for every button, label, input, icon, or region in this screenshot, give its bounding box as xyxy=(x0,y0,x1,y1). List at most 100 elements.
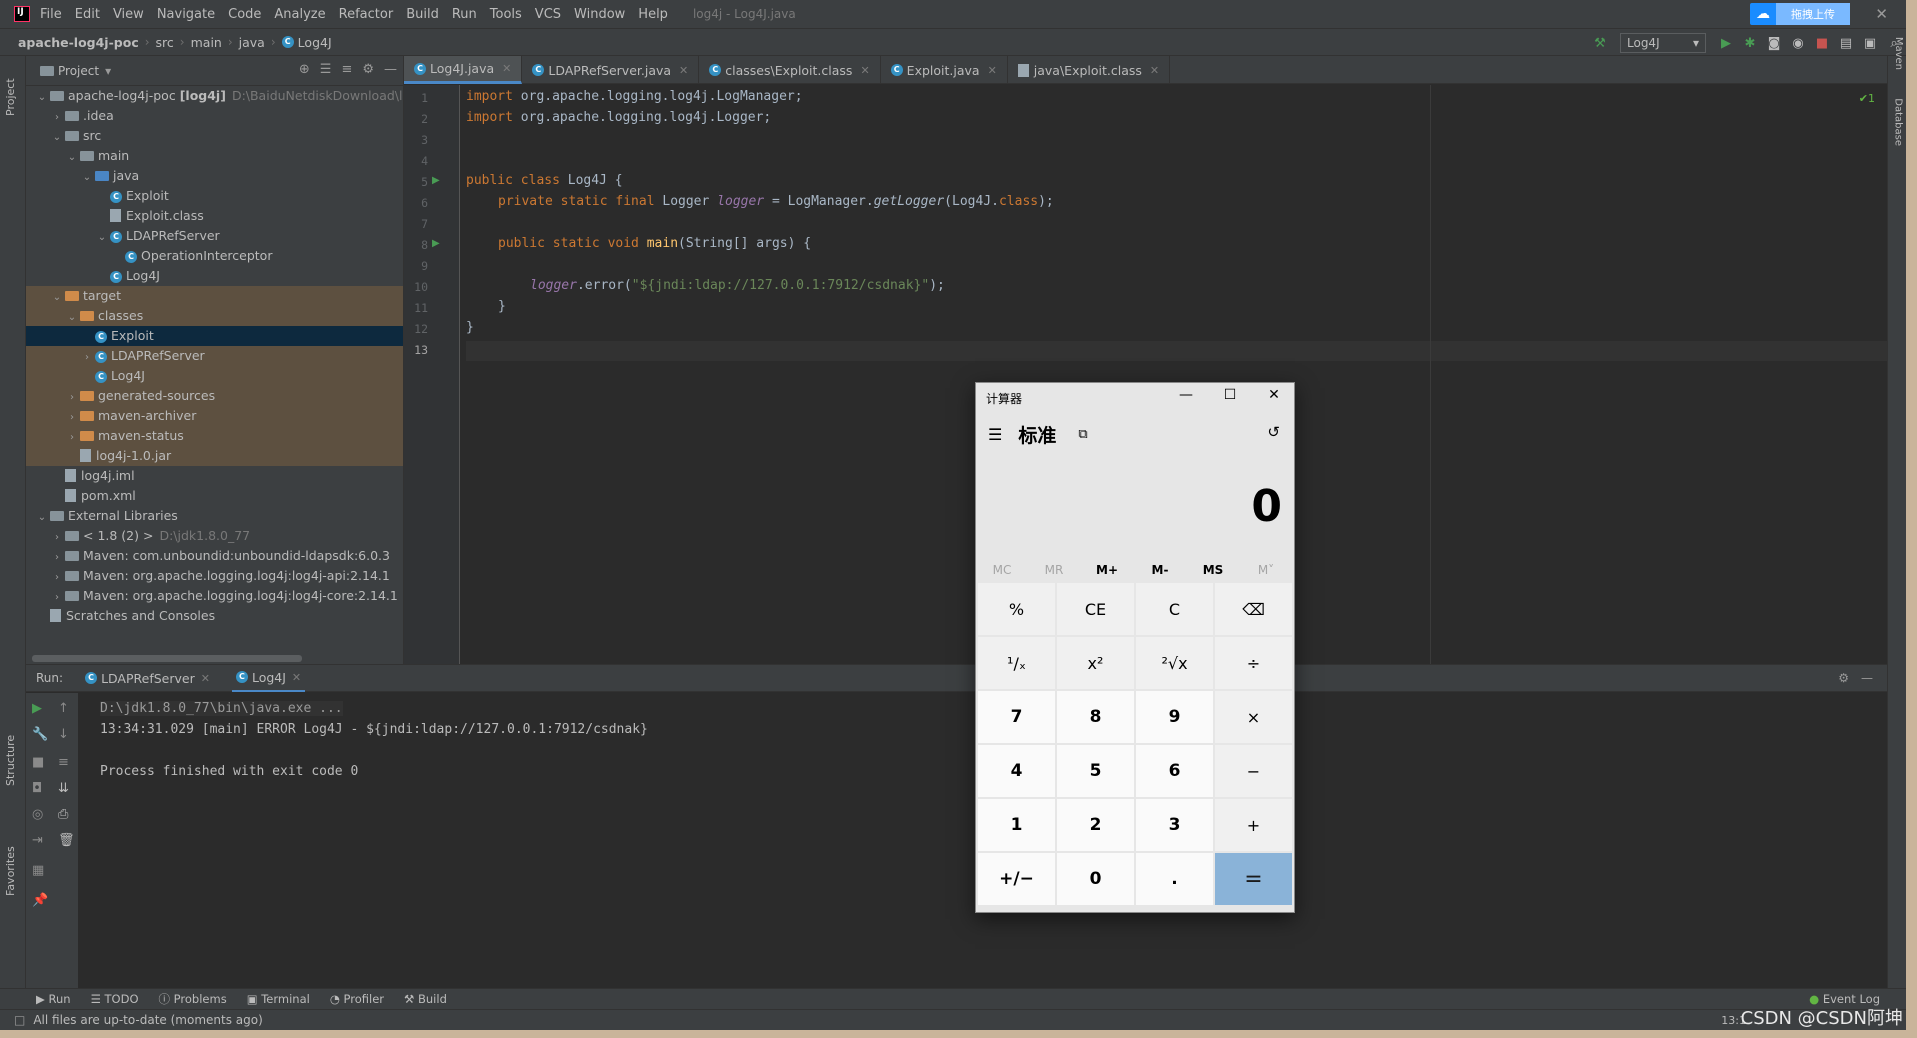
close-icon[interactable]: ✕ xyxy=(1254,387,1294,403)
tab-structure[interactable]: Structure xyxy=(4,735,17,786)
tab-log4j-java[interactable]: C Log4J.java ✕ xyxy=(404,56,523,84)
tree-item[interactable]: ⌄ main xyxy=(26,146,403,166)
expand-all-icon[interactable]: ☰ xyxy=(320,62,332,77)
tree-item[interactable]: Exploit.class xyxy=(26,206,403,226)
project-title[interactable]: Project xyxy=(58,64,99,78)
rerun-icon[interactable]: ▶ xyxy=(32,701,42,716)
close-icon[interactable]: ✕ xyxy=(860,64,869,77)
chevron-down-icon[interactable]: ⌄ xyxy=(64,308,80,328)
run-config-select[interactable]: Log4J ▾ xyxy=(1620,33,1706,53)
tab-favorites[interactable]: Favorites xyxy=(4,846,17,896)
memory-recall-button[interactable]: MR xyxy=(1028,563,1080,577)
profile-icon[interactable]: ◉ xyxy=(1786,36,1810,51)
keep-on-top-icon[interactable]: ⧉ xyxy=(1078,427,1087,442)
chevron-down-icon[interactable]: ⌄ xyxy=(79,168,95,188)
run-tab-ldaprefserver[interactable]: C LDAPRefServer ✕ xyxy=(81,665,214,692)
calc-key-6[interactable]: ²√x xyxy=(1136,637,1213,689)
chevron-down-icon[interactable]: ⌄ xyxy=(49,288,65,308)
calc-key-18[interactable]: 3 xyxy=(1136,799,1213,851)
debug-icon[interactable]: ✱ xyxy=(1738,36,1762,51)
tree-item[interactable]: › maven-status xyxy=(26,426,403,446)
calc-key-19[interactable]: + xyxy=(1215,799,1292,851)
chevron-right-icon[interactable]: › xyxy=(79,348,95,368)
tree-item[interactable]: Scratches and Consoles xyxy=(26,606,403,626)
tree-item[interactable]: C Exploit xyxy=(26,186,403,206)
tree-item[interactable]: ⌄ target xyxy=(26,286,403,306)
tab-java-exploit-class[interactable]: java\Exploit.class ✕ xyxy=(1008,56,1171,84)
tool-todo-button[interactable]: ☰ TODO xyxy=(91,992,139,1006)
chevron-right-icon[interactable]: › xyxy=(49,108,65,128)
hide-icon[interactable]: — xyxy=(384,62,397,77)
breadcrumb-src[interactable]: src xyxy=(156,35,174,50)
calc-key-5[interactable]: x² xyxy=(1057,637,1134,689)
calc-key-3[interactable]: ⌫ xyxy=(1215,583,1292,635)
menu-run[interactable]: Run xyxy=(452,7,477,22)
tool-problems-button[interactable]: ⓘ Problems xyxy=(159,991,227,1007)
tree-item[interactable]: pom.xml xyxy=(26,486,403,506)
menu-file[interactable]: File xyxy=(40,7,62,22)
tree-item[interactable]: › generated-sources xyxy=(26,386,403,406)
tab-project[interactable]: Project xyxy=(4,78,17,116)
exit-icon[interactable]: ⇥ xyxy=(32,833,43,848)
menu-vcs[interactable]: VCS xyxy=(535,7,561,22)
menu-help[interactable]: Help xyxy=(638,7,668,22)
tree-item[interactable]: ⌄ External Libraries xyxy=(26,506,403,526)
calc-key-7[interactable]: ÷ xyxy=(1215,637,1292,689)
run-gutter-icon[interactable]: ▶ xyxy=(432,175,440,186)
calc-key-4[interactable]: ¹/ₓ xyxy=(978,637,1055,689)
run-tab-log4j[interactable]: C Log4J ✕ xyxy=(231,665,306,692)
tree-item[interactable]: ⌄ src xyxy=(26,126,403,146)
close-icon[interactable]: ✕ xyxy=(1875,5,1888,23)
minimize-icon[interactable]: — xyxy=(1166,387,1206,403)
close-icon[interactable]: ✕ xyxy=(201,672,210,685)
chevron-right-icon[interactable]: › xyxy=(49,568,65,588)
locate-icon[interactable]: ⊕ xyxy=(299,62,310,77)
chevron-right-icon[interactable]: › xyxy=(64,388,80,408)
memory-store-button[interactable]: MS xyxy=(1187,563,1239,577)
run-icon[interactable]: ▶ xyxy=(1714,36,1738,51)
down-icon[interactable]: ↓ xyxy=(58,727,69,742)
tool-run-button[interactable]: ▶ Run xyxy=(36,992,71,1006)
tree-item[interactable]: › .idea xyxy=(26,106,403,126)
calc-key-23[interactable]: = xyxy=(1215,853,1292,905)
breadcrumb-java[interactable]: java xyxy=(239,35,265,50)
tree-item[interactable]: › Maven: org.apache.logging.log4j:log4j-a… xyxy=(26,566,403,586)
chevron-down-icon[interactable]: ⌄ xyxy=(34,508,50,528)
hide-icon[interactable]: — xyxy=(1861,671,1873,685)
tab-maven[interactable]: Maven xyxy=(1893,37,1904,70)
soft-wrap-icon[interactable]: ≡ xyxy=(58,755,69,770)
gear-icon[interactable]: ⚙ xyxy=(362,62,374,77)
memory-subtract-button[interactable]: M- xyxy=(1134,563,1186,577)
hamburger-menu-icon[interactable]: ☰ xyxy=(988,425,1002,444)
upload-button[interactable]: ☁ 拖拽上传 xyxy=(1750,3,1850,25)
menu-tools[interactable]: Tools xyxy=(490,7,522,22)
tab-exploit-java[interactable]: C Exploit.java ✕ xyxy=(881,56,1008,84)
history-icon[interactable]: ↺ xyxy=(1267,423,1280,441)
tree-item[interactable]: ⌄ C LDAPRefServer xyxy=(26,226,403,246)
tool-build-button[interactable]: ⚒ Build xyxy=(404,992,447,1006)
tree-item[interactable]: › maven-archiver xyxy=(26,406,403,426)
layout-icon[interactable]: ▣ xyxy=(1858,36,1882,51)
tab-database[interactable]: Database xyxy=(1893,98,1904,146)
calc-key-17[interactable]: 2 xyxy=(1057,799,1134,851)
menu-window[interactable]: Window xyxy=(574,7,625,22)
calc-key-15[interactable]: − xyxy=(1215,745,1292,797)
collapse-all-icon[interactable]: ≡ xyxy=(341,62,352,77)
dump-threads-icon[interactable]: ◎ xyxy=(32,807,43,822)
tool-terminal-button[interactable]: ▣ Terminal xyxy=(247,992,310,1006)
tab-ldaprefserver-java[interactable]: C LDAPRefServer.java ✕ xyxy=(522,56,700,84)
tree-item[interactable]: › Maven: com.unboundid:unboundid-ldapsdk:… xyxy=(26,546,403,566)
calc-key-16[interactable]: 1 xyxy=(978,799,1055,851)
run-gutter-icon[interactable]: ▶ xyxy=(432,238,440,249)
calc-key-20[interactable]: +/− xyxy=(978,853,1055,905)
menu-refactor[interactable]: Refactor xyxy=(339,7,394,22)
chevron-right-icon[interactable]: › xyxy=(49,548,65,568)
stop-icon[interactable]: ■ xyxy=(1810,36,1834,51)
close-icon[interactable]: ✕ xyxy=(292,671,301,684)
calc-key-11[interactable]: × xyxy=(1215,691,1292,743)
chevron-right-icon[interactable]: › xyxy=(64,428,80,448)
calc-key-1[interactable]: CE xyxy=(1057,583,1134,635)
calc-key-8[interactable]: 7 xyxy=(978,691,1055,743)
tree-item[interactable]: C Log4J xyxy=(26,266,403,286)
calc-key-22[interactable]: . xyxy=(1136,853,1213,905)
